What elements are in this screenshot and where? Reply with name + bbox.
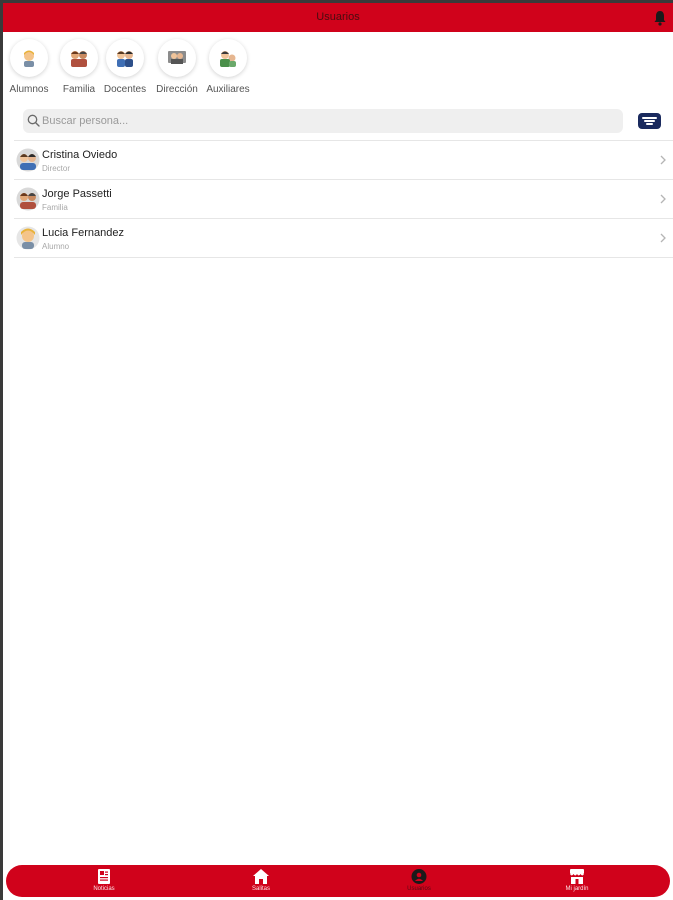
top-bar: Usuarios (3, 3, 673, 32)
direction-icon (168, 51, 186, 64)
bottom-tab-bar: Noticias Salitas Usuarios Mi jardín (6, 865, 670, 897)
category-label: Familia (62, 84, 96, 95)
chevron-right-icon (660, 194, 666, 204)
tab-salitas[interactable]: Salitas (231, 868, 291, 892)
user-row[interactable]: Jorge Passetti Familia (14, 179, 673, 218)
user-avatar (16, 187, 40, 211)
teachers-icon (117, 51, 133, 67)
category-auxiliares-avatar (209, 39, 247, 77)
filter-icon (642, 117, 657, 119)
tab-usuarios[interactable]: Usuarios (389, 868, 449, 892)
user-row[interactable]: Cristina Oviedo Director (14, 140, 673, 179)
category-alumnos[interactable]: Alumnos (4, 39, 54, 95)
search-input[interactable] (42, 109, 612, 133)
tab-mi-jardin[interactable]: Mi jardín (547, 868, 607, 892)
filter-icon-line (644, 120, 655, 122)
search-bar (23, 109, 623, 133)
category-filters: Alumnos Familia Docentes Dirección Auxil… (3, 39, 673, 99)
tab-label: Salitas (251, 886, 270, 892)
user-row[interactable]: Lucia Fernandez Alumno (14, 218, 673, 258)
category-direccion-avatar (158, 39, 196, 77)
chevron-right-icon (660, 155, 666, 165)
user-name: Jorge Passetti (42, 188, 112, 200)
category-label: Docentes (103, 84, 147, 95)
category-docentes[interactable]: Docentes (100, 39, 150, 95)
category-familia[interactable]: Familia (54, 39, 104, 95)
filter-icon-line (646, 123, 653, 125)
newspaper-icon (98, 869, 110, 884)
category-direccion[interactable]: Dirección (152, 39, 202, 95)
filter-button[interactable] (638, 113, 661, 129)
category-label: Auxiliares (206, 84, 250, 95)
users-list: Cristina Oviedo Director Jorge Passetti … (14, 140, 673, 258)
home-icon (253, 869, 269, 884)
users-icon (411, 869, 427, 884)
category-label: Alumnos (9, 84, 49, 95)
tab-label: Usuarios (407, 886, 431, 892)
family-icon (71, 51, 87, 67)
category-auxiliares[interactable]: Auxiliares (203, 39, 253, 95)
tab-noticias[interactable]: Noticias (74, 868, 134, 892)
user-name: Lucia Fernandez (42, 227, 124, 239)
user-avatar (16, 226, 40, 250)
bell-icon[interactable] (653, 10, 667, 26)
store-icon (570, 869, 584, 884)
search-icon (27, 114, 40, 127)
user-role: Familia (42, 203, 68, 212)
tab-label: Mi jardín (565, 886, 589, 892)
user-avatar (16, 148, 40, 172)
category-familia-avatar (60, 39, 98, 77)
category-label: Dirección (156, 84, 198, 95)
user-role: Director (42, 164, 71, 173)
page-title: Usuarios (316, 11, 360, 23)
user-role: Alumno (42, 242, 70, 251)
user-name: Cristina Oviedo (42, 149, 118, 161)
category-alumnos-avatar (10, 39, 48, 77)
student-icon (24, 50, 34, 67)
chevron-right-icon (660, 233, 666, 243)
category-docentes-avatar (106, 39, 144, 77)
tab-label: Noticias (93, 886, 115, 892)
assistants-icon (220, 51, 236, 67)
app-screen: Usuarios Alumnos Familia Docentes Direcc… (3, 3, 673, 900)
